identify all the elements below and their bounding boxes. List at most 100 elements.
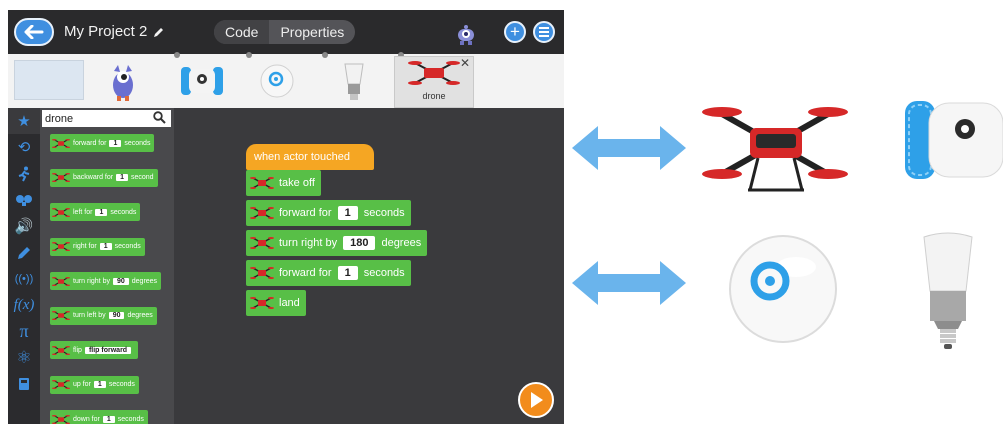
block-palette: drone forward for 1 seconds backward for 1 se… bbox=[40, 108, 174, 424]
drone-icon bbox=[52, 345, 70, 355]
script-block[interactable]: take off bbox=[246, 170, 321, 196]
block-suffix: degrees bbox=[381, 237, 422, 249]
palette-block[interactable]: flip flip forward bbox=[50, 341, 139, 359]
when-actor-touched-block[interactable]: when actor touched bbox=[246, 144, 374, 170]
drone-icon bbox=[250, 237, 274, 249]
code-canvas[interactable]: when actor touched take off forward for 1 s… bbox=[174, 108, 564, 424]
drone-icon bbox=[52, 380, 70, 389]
smart-bulb-device bbox=[923, 232, 973, 349]
actor-bulb[interactable] bbox=[334, 58, 374, 104]
drone-icon bbox=[52, 311, 70, 320]
category-sound[interactable]: 🔊 bbox=[8, 213, 40, 239]
function-icon: f(x) bbox=[13, 296, 35, 313]
block-label: left for bbox=[73, 208, 93, 216]
sound-icon: 🔊 bbox=[14, 218, 34, 236]
block-label: turn left by bbox=[73, 312, 106, 319]
actor-sphero[interactable] bbox=[254, 58, 300, 104]
block-value-field[interactable]: 90 bbox=[112, 277, 129, 285]
pencil-icon[interactable] bbox=[153, 26, 165, 38]
palette-block[interactable]: left for 1 seconds bbox=[50, 203, 141, 221]
project-title-text: My Project 2 bbox=[64, 23, 148, 40]
actor-close-dot[interactable] bbox=[246, 52, 252, 58]
menu-button[interactable] bbox=[533, 21, 555, 43]
actor-blank-stage[interactable] bbox=[14, 60, 84, 100]
bidirectional-arrow-icon bbox=[572, 261, 686, 305]
block-value-field[interactable]: 1 bbox=[116, 174, 128, 181]
document-icon bbox=[19, 378, 29, 391]
drone-icon bbox=[52, 414, 70, 424]
block-label: take off bbox=[279, 177, 315, 189]
play-button[interactable] bbox=[518, 382, 554, 418]
repeat-icon: ⟲ bbox=[17, 139, 31, 157]
block-suffix: seconds bbox=[363, 207, 405, 219]
smart-bulb-icon bbox=[344, 63, 364, 100]
plus-icon: + bbox=[510, 22, 520, 41]
block-label: down for bbox=[73, 415, 100, 423]
project-title[interactable]: My Project 2 bbox=[64, 23, 165, 40]
drone-icon bbox=[52, 138, 70, 148]
drone-icon bbox=[250, 207, 274, 219]
block-value-field[interactable]: 180 bbox=[343, 236, 376, 250]
block-value-field[interactable]: 1 bbox=[93, 381, 106, 388]
pen-icon bbox=[18, 246, 30, 259]
palette-block[interactable]: forward for 1 seconds bbox=[50, 134, 155, 152]
category-star[interactable]: ★ bbox=[8, 108, 40, 135]
actor-ollie[interactable] bbox=[176, 58, 228, 104]
tab-code[interactable]: Code bbox=[214, 20, 270, 44]
block-suffix: degrees bbox=[131, 277, 158, 285]
block-value-field[interactable]: 1 bbox=[95, 208, 108, 216]
monster-character-icon bbox=[113, 65, 133, 101]
actor-close-dot[interactable] bbox=[322, 52, 328, 58]
drone-icon bbox=[408, 61, 460, 85]
drone-icon bbox=[52, 207, 70, 217]
tab-properties[interactable]: Properties bbox=[269, 20, 355, 44]
script-block[interactable]: land bbox=[246, 290, 306, 316]
category-signal[interactable]: ((•)) bbox=[8, 266, 40, 292]
category-science[interactable]: ⚛ bbox=[8, 345, 40, 371]
script-block[interactable]: forward for 1 seconds bbox=[246, 200, 411, 226]
palette-block[interactable]: turn right by 90 degrees bbox=[50, 272, 162, 290]
robot-icon[interactable] bbox=[454, 24, 478, 46]
palette-block[interactable]: turn left by 90 degrees bbox=[50, 306, 157, 325]
sphero-device bbox=[729, 235, 837, 343]
category-control[interactable]: ⟲ bbox=[8, 134, 40, 160]
palette-block[interactable]: up for 1 seconds bbox=[50, 375, 139, 394]
atom-icon: ⚛ bbox=[16, 347, 32, 367]
block-label: forward for bbox=[279, 207, 332, 219]
search-icon[interactable] bbox=[153, 111, 166, 124]
search-input[interactable]: drone bbox=[42, 110, 171, 127]
category-math[interactable]: π bbox=[8, 318, 40, 344]
block-label: forward for bbox=[73, 139, 107, 147]
category-looks[interactable] bbox=[8, 187, 40, 213]
actor-monster[interactable] bbox=[106, 58, 140, 104]
add-button[interactable]: + bbox=[504, 21, 526, 43]
script-block[interactable]: forward for 1 seconds bbox=[246, 260, 411, 286]
block-suffix: seconds bbox=[110, 208, 137, 216]
category-documents[interactable] bbox=[8, 371, 40, 397]
bidirectional-arrow-icon bbox=[572, 126, 686, 170]
block-value-field[interactable]: 1 bbox=[337, 266, 358, 280]
drone-icon bbox=[52, 276, 70, 286]
block-value-field[interactable]: 1 bbox=[102, 415, 115, 423]
palette-block[interactable]: down for 1 seconds bbox=[50, 410, 148, 424]
actor-drone[interactable]: ✕ drone bbox=[394, 56, 474, 108]
palette-block[interactable]: right for 1 seconds bbox=[50, 237, 145, 256]
drone-icon bbox=[52, 242, 70, 251]
category-pen[interactable] bbox=[8, 239, 40, 265]
block-value-field[interactable]: 1 bbox=[109, 139, 122, 147]
category-functions[interactable]: f(x) bbox=[8, 292, 40, 318]
top-bar: My Project 2 Code Properties + bbox=[8, 10, 564, 54]
close-icon[interactable]: ✕ bbox=[460, 56, 470, 70]
block-suffix: degrees bbox=[127, 312, 153, 319]
block-value-field[interactable]: flip forward bbox=[84, 346, 132, 354]
palette-block[interactable]: backward for 1 second bbox=[50, 168, 158, 187]
block-value-field[interactable]: 1 bbox=[99, 243, 112, 250]
block-value-field[interactable]: 90 bbox=[108, 312, 125, 319]
category-sidebar: ★ ⟲ 🔊 ((•)) f(x) π ⚛ bbox=[8, 108, 40, 424]
block-value-field[interactable]: 1 bbox=[337, 206, 358, 220]
script-block[interactable]: turn right by 180 degrees bbox=[246, 230, 428, 256]
back-button[interactable] bbox=[14, 18, 54, 46]
pi-icon: π bbox=[19, 321, 29, 342]
view-toggle: Code Properties bbox=[214, 20, 356, 44]
category-motion[interactable] bbox=[8, 161, 40, 187]
